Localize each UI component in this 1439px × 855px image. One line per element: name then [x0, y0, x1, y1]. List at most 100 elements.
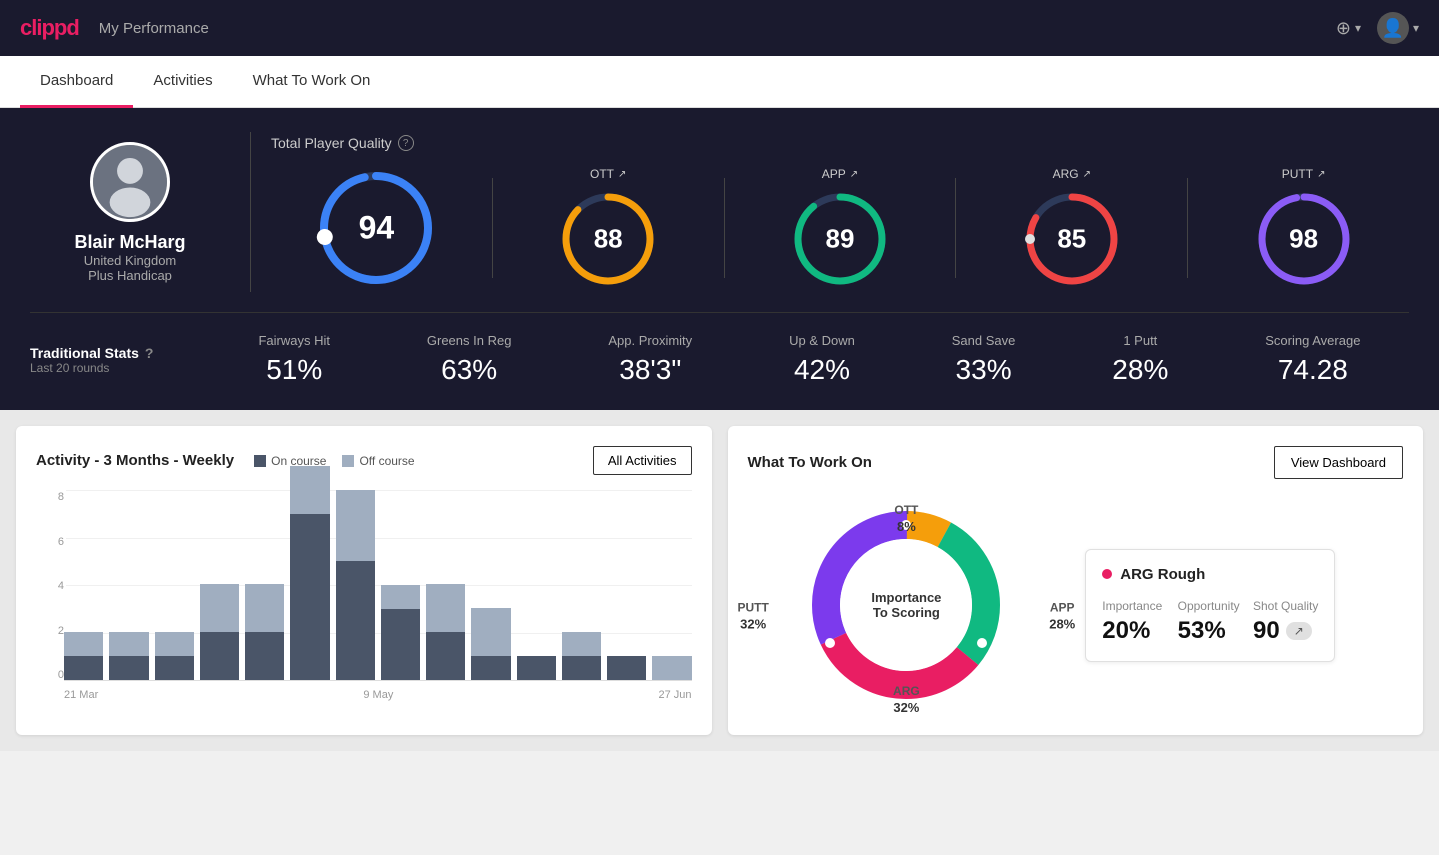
x-label-mar: 21 Mar	[64, 689, 98, 701]
wtwo-header: What To Work On View Dashboard	[748, 446, 1404, 479]
bar-group-13	[607, 656, 646, 680]
user-chevron-icon: ▾	[1413, 21, 1419, 35]
x-label-may: 9 May	[363, 689, 393, 701]
total-score-value: 94	[359, 210, 395, 247]
score-divider-4	[1187, 178, 1188, 278]
help-icon[interactable]: ?	[398, 135, 414, 151]
header-right: ⊕ ▾ 👤 ▾	[1336, 12, 1419, 44]
view-dashboard-button[interactable]: View Dashboard	[1274, 446, 1403, 479]
wtwo-content: Importance To Scoring OTT 8% APP 28% ARG…	[748, 495, 1404, 715]
nav-tabs: Dashboard Activities What To Work On	[0, 56, 1439, 108]
putt-score: PUTT ↗ 98	[1198, 167, 1409, 289]
traditional-stats: Traditional Stats ? Last 20 rounds Fairw…	[30, 312, 1409, 386]
total-score: 94	[271, 168, 482, 288]
tab-activities[interactable]: Activities	[133, 56, 232, 108]
logo-text: clippd	[20, 15, 79, 41]
activity-chart-header: Activity - 3 Months - Weekly On course O…	[36, 446, 692, 475]
arg-score: ARG ↗ 85	[966, 167, 1177, 289]
putt-trend-icon: ↗	[1317, 169, 1325, 180]
bar-group-14	[652, 656, 691, 680]
app-trend-icon: ↗	[850, 169, 858, 180]
info-card-wrap: ARG Rough Importance 20% Opportunity 53%…	[1085, 495, 1403, 715]
stat-greens-in-reg: Greens In Reg 63%	[427, 333, 512, 386]
stats-subtitle: Last 20 rounds	[30, 361, 210, 375]
info-card-title: ARG Rough	[1102, 566, 1318, 583]
info-card-dot	[1102, 569, 1112, 579]
player-profile: Blair McHarg United Kingdom Plus Handica…	[30, 142, 230, 283]
ott-score-value: 88	[594, 224, 623, 255]
stat-sand-save: Sand Save 33%	[952, 333, 1016, 386]
stat-app-proximity: App. Proximity 38'3"	[608, 333, 692, 386]
bar-group-7	[336, 490, 375, 680]
avatar	[90, 142, 170, 222]
tab-what-to-work-on[interactable]: What To Work On	[233, 56, 391, 108]
app-label: APP ↗	[822, 167, 858, 181]
bar-group-1	[64, 632, 103, 680]
bar-group-11	[517, 656, 556, 680]
bar-group-6	[290, 466, 329, 680]
info-card-stats: Importance 20% Opportunity 53% Shot Qual…	[1102, 599, 1318, 645]
hero-section: Blair McHarg United Kingdom Plus Handica…	[0, 108, 1439, 410]
y-label-2: 2	[40, 625, 64, 637]
stat-scoring-average: Scoring Average 74.28	[1265, 333, 1360, 386]
donut-label-app: APP 28%	[1049, 598, 1075, 631]
bar-group-10	[471, 608, 510, 680]
off-course-dot	[342, 455, 354, 467]
stats-label-section: Traditional Stats ? Last 20 rounds	[30, 345, 210, 375]
stat-fairways-hit: Fairways Hit 51%	[258, 333, 330, 386]
stat-importance: Importance 20%	[1102, 599, 1167, 645]
arg-label: ARG ↗	[1053, 167, 1091, 181]
arg-score-value: 85	[1057, 224, 1086, 255]
y-label-6: 6	[40, 536, 64, 548]
y-label-8: 8	[40, 491, 64, 503]
donut-label-putt: PUTT 32%	[738, 598, 769, 631]
stat-shot-quality: Shot Quality 90 ↗	[1253, 599, 1318, 645]
app-score-value: 89	[826, 224, 855, 255]
y-label-0: 0	[40, 669, 64, 681]
on-course-dot	[254, 455, 266, 467]
stat-opportunity: Opportunity 53%	[1178, 599, 1243, 645]
player-avatar-image	[93, 142, 167, 222]
quality-scores: 94 OTT ↗ 88	[271, 167, 1409, 289]
ott-trend-icon: ↗	[618, 169, 626, 180]
add-button[interactable]: ⊕ ▾	[1336, 18, 1361, 39]
chart-legend: On course Off course	[254, 454, 415, 468]
header-left: clippd My Performance	[20, 15, 209, 41]
quality-label: Total Player Quality ?	[271, 135, 1409, 151]
player-name: Blair McHarg	[74, 232, 185, 253]
user-menu-button[interactable]: 👤 ▾	[1377, 12, 1419, 44]
ott-label: OTT ↗	[590, 167, 626, 181]
donut-label-arg: ARG 32%	[893, 682, 920, 715]
donut-label-ott: OTT 8%	[894, 501, 918, 534]
hero-top: Blair McHarg United Kingdom Plus Handica…	[30, 132, 1409, 292]
bar-group-8	[381, 585, 420, 680]
bar-group-4	[200, 584, 239, 680]
avatar: 👤	[1377, 12, 1409, 44]
bar-group-12	[562, 632, 601, 680]
donut-section: Importance To Scoring OTT 8% APP 28% ARG…	[748, 495, 1066, 715]
putt-label: PUTT ↗	[1282, 167, 1326, 181]
header: clippd My Performance ⊕ ▾ 👤 ▾	[0, 0, 1439, 56]
bar-group-5	[245, 584, 284, 680]
bar-group-2	[109, 632, 148, 680]
shot-quality-pill: ↗	[1286, 622, 1312, 640]
activity-chart-panel: Activity - 3 Months - Weekly On course O…	[16, 426, 712, 735]
stats-values: Fairways Hit 51% Greens In Reg 63% App. …	[210, 333, 1409, 386]
player-country: United Kingdom	[84, 253, 177, 268]
y-label-4: 4	[40, 580, 64, 592]
wtwo-title: What To Work On	[748, 454, 872, 471]
avatar-image-placeholder: 👤	[1382, 18, 1404, 39]
bottom-panels: Activity - 3 Months - Weekly On course O…	[0, 410, 1439, 751]
app-score: APP ↗ 89	[735, 167, 946, 289]
logo: clippd	[20, 15, 79, 41]
what-to-work-on-panel: What To Work On View Dashboard	[728, 426, 1424, 735]
score-divider-1	[492, 178, 493, 278]
putt-score-value: 98	[1289, 224, 1318, 255]
header-title: My Performance	[99, 20, 209, 37]
all-activities-button[interactable]: All Activities	[593, 446, 692, 475]
plus-icon: ⊕	[1336, 18, 1351, 39]
tab-dashboard[interactable]: Dashboard	[20, 56, 133, 108]
info-card: ARG Rough Importance 20% Opportunity 53%…	[1085, 549, 1335, 662]
x-label-jun: 27 Jun	[658, 689, 691, 701]
stats-help-icon[interactable]: ?	[145, 345, 154, 361]
